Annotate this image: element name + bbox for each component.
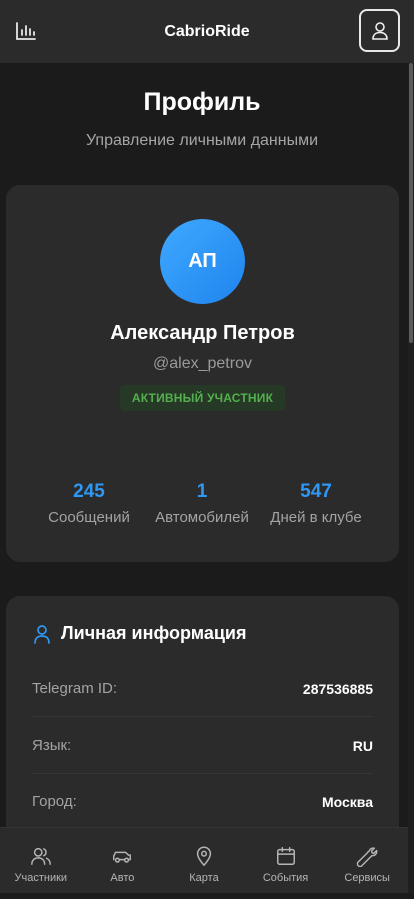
page-subtitle: Управление личными данными <box>85 132 319 149</box>
nav-item-map[interactable]: Карта <box>163 828 245 893</box>
profile-card: АП Александр Петров @alex_petrov АКТИВНЫ… <box>6 185 399 562</box>
stat-label: Дней в клубе <box>270 509 362 526</box>
info-row-city: Город: Москва <box>32 774 373 830</box>
app-title: CabrioRide <box>164 22 250 40</box>
app-header: CabrioRide <box>0 0 414 63</box>
stat-cars: 1 Автомобилей <box>142 481 262 526</box>
info-value: Москва <box>321 793 373 810</box>
calendar-icon <box>276 847 295 865</box>
stat-days: 547 Дней в клубе <box>256 481 376 526</box>
users-icon <box>30 847 51 865</box>
wrench-icon <box>356 847 378 867</box>
status-badge: АКТИВНЫЙ УЧАСТНИК <box>120 385 285 411</box>
stat-messages: 245 Сообщений <box>29 481 149 526</box>
profile-button[interactable] <box>359 9 400 52</box>
user-icon <box>34 624 50 644</box>
info-value: 287536885 <box>302 680 373 697</box>
info-value: RU <box>352 737 373 754</box>
stat-label: Автомобилей <box>155 509 249 526</box>
stat-label: Сообщений <box>48 509 130 526</box>
map-pin-icon <box>196 846 212 867</box>
nav-item-events[interactable]: События <box>245 828 327 893</box>
avatar[interactable]: АП <box>160 219 245 304</box>
nav-item-services[interactable]: Сервисы <box>326 828 408 893</box>
car-icon <box>113 851 132 863</box>
nav-item-members[interactable]: Участники <box>0 828 82 893</box>
scrollbar[interactable] <box>408 63 414 899</box>
stat-value: 1 <box>196 481 208 502</box>
nav-label: События <box>262 872 309 884</box>
nav-item-cars[interactable]: Авто <box>82 828 164 893</box>
user-handle: @alex_petrov <box>153 355 252 372</box>
info-row-telegram-id: Telegram ID: 287536885 <box>32 661 373 717</box>
bottom-nav: Участники Авто Карта События Сервисы <box>0 827 408 893</box>
nav-label: Сервисы <box>344 872 390 884</box>
nav-label: Участники <box>14 872 68 884</box>
user-name: Александр Петров <box>110 322 295 344</box>
personal-info-title: Личная информация <box>61 623 247 643</box>
user-icon <box>371 21 388 40</box>
personal-info-header: Личная информация <box>32 623 246 644</box>
page-title: Профиль <box>143 88 261 116</box>
scrollbar-thumb[interactable] <box>409 63 413 343</box>
info-label: Город: <box>32 793 77 810</box>
bar-chart-icon[interactable] <box>15 21 37 41</box>
info-row-language: Язык: RU <box>32 718 373 774</box>
nav-label: Карта <box>189 872 219 884</box>
nav-label: Авто <box>110 872 135 884</box>
info-label: Telegram ID: <box>32 680 118 697</box>
bottom-strip <box>0 893 414 899</box>
stat-value: 547 <box>300 481 332 502</box>
info-label: Язык: <box>32 737 72 754</box>
stat-value: 245 <box>73 481 105 502</box>
personal-info-card: Личная информация Telegram ID: 287536885… <box>6 596 399 856</box>
